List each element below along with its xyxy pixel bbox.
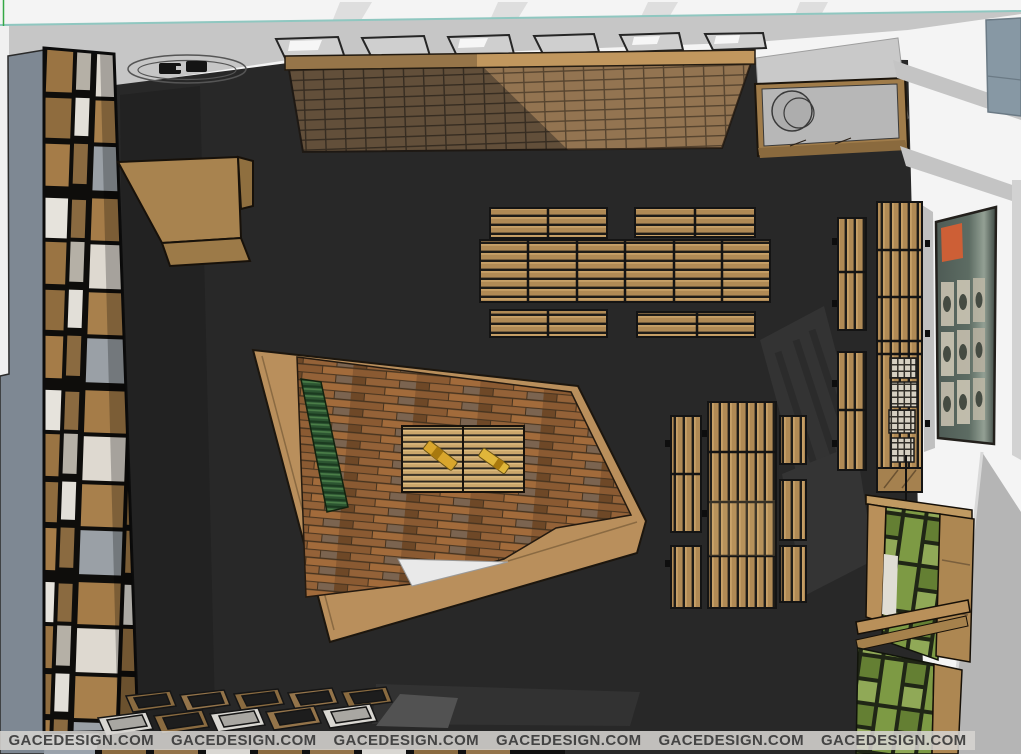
wall-table-short [838,218,866,330]
watermark-text: GACEDESIGN.COM [163,732,326,749]
chair-gap [176,66,182,70]
door-panel [986,18,1021,116]
sunlight-on-table [709,500,775,556]
render-scene [0,0,1021,754]
render-canvas: GACEDESIGN.COM GACEDESIGN.COM GACEDESIGN… [0,0,1021,754]
locker-side-panel [936,514,974,662]
chair [186,61,207,72]
wall-picture [936,207,996,444]
watermark-text: GACEDESIGN.COM [0,732,163,749]
service-cabinet [755,78,908,158]
watermark-text: GACEDESIGN.COM [650,732,813,749]
bench [780,416,806,464]
watermark-text: GACEDESIGN.COM [813,732,976,749]
wall-right-sliver [1012,180,1021,460]
window-frame [534,34,599,54]
basin-circle [772,91,812,131]
picture-print-grid [941,278,985,426]
watermark-bar: GACEDESIGN.COM GACEDESIGN.COM GACEDESIGN… [0,731,975,750]
bench [780,480,806,540]
lattice-inserts [889,358,917,462]
desk-return [162,238,250,266]
watermark-text: GACEDESIGN.COM [325,732,488,749]
bench [780,546,806,602]
watermark-text: GACEDESIGN.COM [488,732,651,749]
locker-white-cell [882,554,898,618]
slat-canopy [285,50,755,152]
locker-shelf [856,495,974,754]
bench [671,546,701,608]
table-group-vertical [671,402,806,608]
desk-side-panel [238,157,253,209]
left-wall [0,26,48,754]
picture-accent-square [941,223,963,262]
